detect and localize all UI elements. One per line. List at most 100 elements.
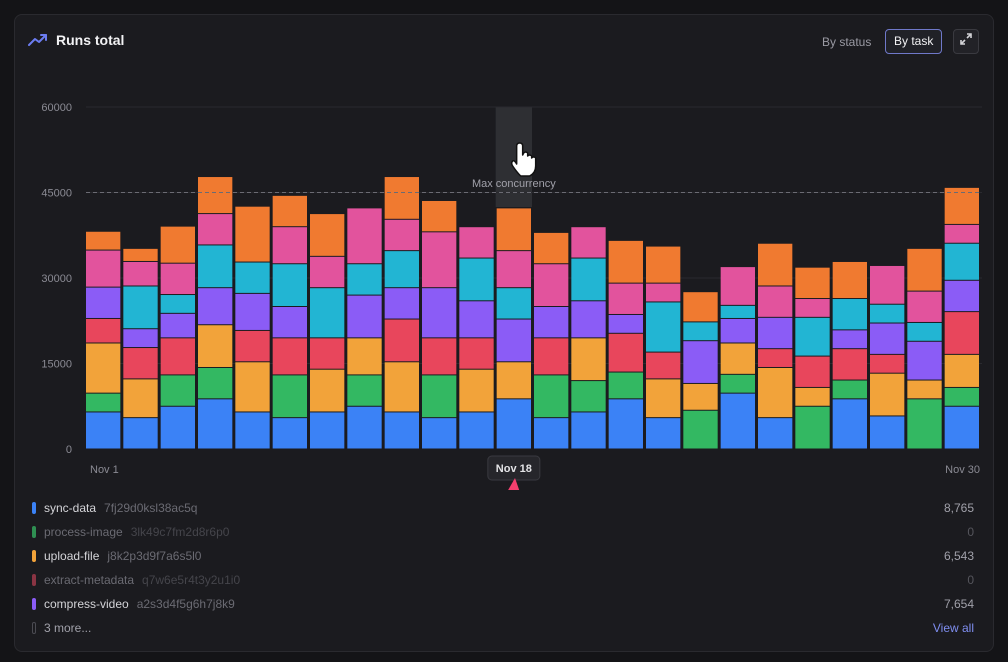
bar-segment-task-8[interactable] [235,206,270,262]
bar-segment-task-6[interactable] [310,288,345,338]
view-all-link[interactable]: View all [933,621,974,635]
bar-segment-task-7[interactable] [272,227,307,264]
bar-segment-sync-data[interactable] [384,412,419,449]
bar-segment-compress-video[interactable] [422,288,457,338]
bar-segment-task-7[interactable] [422,232,457,288]
bar-segment-task-7[interactable] [795,299,830,317]
bar-segment-extract-metadata[interactable] [384,319,419,362]
bar-segment-extract-metadata[interactable] [870,354,905,373]
bar-segment-compress-video[interactable] [758,317,793,349]
bar-segment-upload-file[interactable] [235,362,270,412]
bar-segment-task-6[interactable] [944,243,979,280]
bar-segment-process-image[interactable] [795,406,830,449]
bar-segment-task-7[interactable] [160,263,195,295]
bar-segment-task-6[interactable] [347,264,382,295]
bar-segment-extract-metadata[interactable] [272,338,307,375]
bar-segment-task-6[interactable] [496,288,531,319]
legend-item-sync-data[interactable]: sync-data 7fj29d0ksl38ac5q 8,765 [32,496,978,520]
bar-segment-sync-data[interactable] [86,412,121,449]
bar-segment-sync-data[interactable] [160,406,195,449]
bar-segment-task-8[interactable] [795,267,830,299]
bar-segment-task-7[interactable] [646,283,681,302]
bar-segment-upload-file[interactable] [720,343,755,374]
bar-segment-task-7[interactable] [123,261,158,286]
legend-item-upload-file[interactable]: upload-file j8k2p3d9f7a6s5l0 6,543 [32,544,978,568]
bar-segment-upload-file[interactable] [198,325,233,367]
bar-segment-extract-metadata[interactable] [534,338,569,375]
bar-segment-upload-file[interactable] [496,362,531,399]
bar-segment-process-image[interactable] [86,393,121,412]
bar-segment-task-6[interactable] [571,258,606,301]
bar-segment-task-7[interactable] [86,250,121,287]
bar-segment-extract-metadata[interactable] [646,352,681,379]
bar-segment-process-image[interactable] [571,381,606,412]
bar-segment-compress-video[interactable] [720,318,755,343]
bar-segment-compress-video[interactable] [870,323,905,354]
bar-segment-extract-metadata[interactable] [944,312,979,354]
bar-segment-sync-data[interactable] [123,418,158,449]
bar-segment-task-6[interactable] [235,262,270,293]
bar-segment-sync-data[interactable] [272,418,307,449]
bar-segment-task-7[interactable] [571,227,606,258]
bar-segment-sync-data[interactable] [646,418,681,449]
bar-segment-process-image[interactable] [272,375,307,418]
bar-segment-compress-video[interactable] [384,288,419,319]
bar-segment-upload-file[interactable] [347,338,382,375]
bar-segment-task-6[interactable] [832,299,867,330]
bar-segment-extract-metadata[interactable] [459,338,494,369]
bar-segment-sync-data[interactable] [608,399,643,449]
bar-segment-task-8[interactable] [832,261,867,299]
bar-segment-upload-file[interactable] [123,379,158,418]
bar-segment-upload-file[interactable] [683,383,718,410]
bar-segment-upload-file[interactable] [795,387,830,406]
bar-segment-sync-data[interactable] [347,406,382,449]
bar-segment-sync-data[interactable] [758,418,793,449]
bar-segment-task-6[interactable] [384,251,419,288]
bar-segment-upload-file[interactable] [758,367,793,418]
bar-segment-task-8[interactable] [272,195,307,227]
bar-segment-task-7[interactable] [347,208,382,264]
bar-segment-extract-metadata[interactable] [123,348,158,379]
bar-segment-task-8[interactable] [160,226,195,263]
bar-segment-task-6[interactable] [160,295,195,313]
bar-segment-compress-video[interactable] [944,280,979,312]
bar-segment-sync-data[interactable] [310,412,345,449]
bar-segment-task-8[interactable] [310,214,345,256]
bar-segment-compress-video[interactable] [347,295,382,338]
bar-segment-task-7[interactable] [870,265,905,304]
bar-segment-compress-video[interactable] [123,329,158,348]
bar-segment-upload-file[interactable] [310,369,345,412]
bar-segment-task-8[interactable] [646,246,681,283]
bar-segment-upload-file[interactable] [907,380,942,399]
bar-segment-task-7[interactable] [496,251,531,288]
bar-segment-compress-video[interactable] [832,330,867,349]
bar-segment-process-image[interactable] [347,375,382,406]
bar-segment-task-7[interactable] [198,214,233,245]
bar-segment-task-7[interactable] [608,283,643,314]
bar-segment-sync-data[interactable] [198,399,233,449]
bar-segment-task-6[interactable] [907,322,942,341]
bar-segment-sync-data[interactable] [571,412,606,449]
bar-segment-upload-file[interactable] [459,369,494,412]
legend-item-process-image[interactable]: process-image 3lk49c7fm2d8r6p0 0 [32,520,978,544]
bar-segment-task-7[interactable] [534,264,569,306]
bar-segment-task-8[interactable] [608,240,643,283]
bar-segment-task-6[interactable] [870,304,905,323]
bar-segment-task-8[interactable] [758,243,793,286]
bar-segment-upload-file[interactable] [571,338,606,381]
bar-segment-task-8[interactable] [422,200,457,232]
bar-segment-task-7[interactable] [459,227,494,258]
bar-segment-sync-data[interactable] [832,399,867,449]
bar-segment-compress-video[interactable] [683,341,718,383]
bar-segment-compress-video[interactable] [198,288,233,325]
bar-segment-task-6[interactable] [198,245,233,288]
bar-segment-compress-video[interactable] [571,301,606,338]
bar-segment-process-image[interactable] [832,380,867,399]
bar-segment-compress-video[interactable] [235,293,270,330]
bar-segment-upload-file[interactable] [646,379,681,418]
bar-segment-task-6[interactable] [646,302,681,352]
bar-segment-process-image[interactable] [608,372,643,399]
bar-segment-task-7[interactable] [907,291,942,322]
bar-segment-task-6[interactable] [459,258,494,301]
bar-segment-process-image[interactable] [944,387,979,406]
